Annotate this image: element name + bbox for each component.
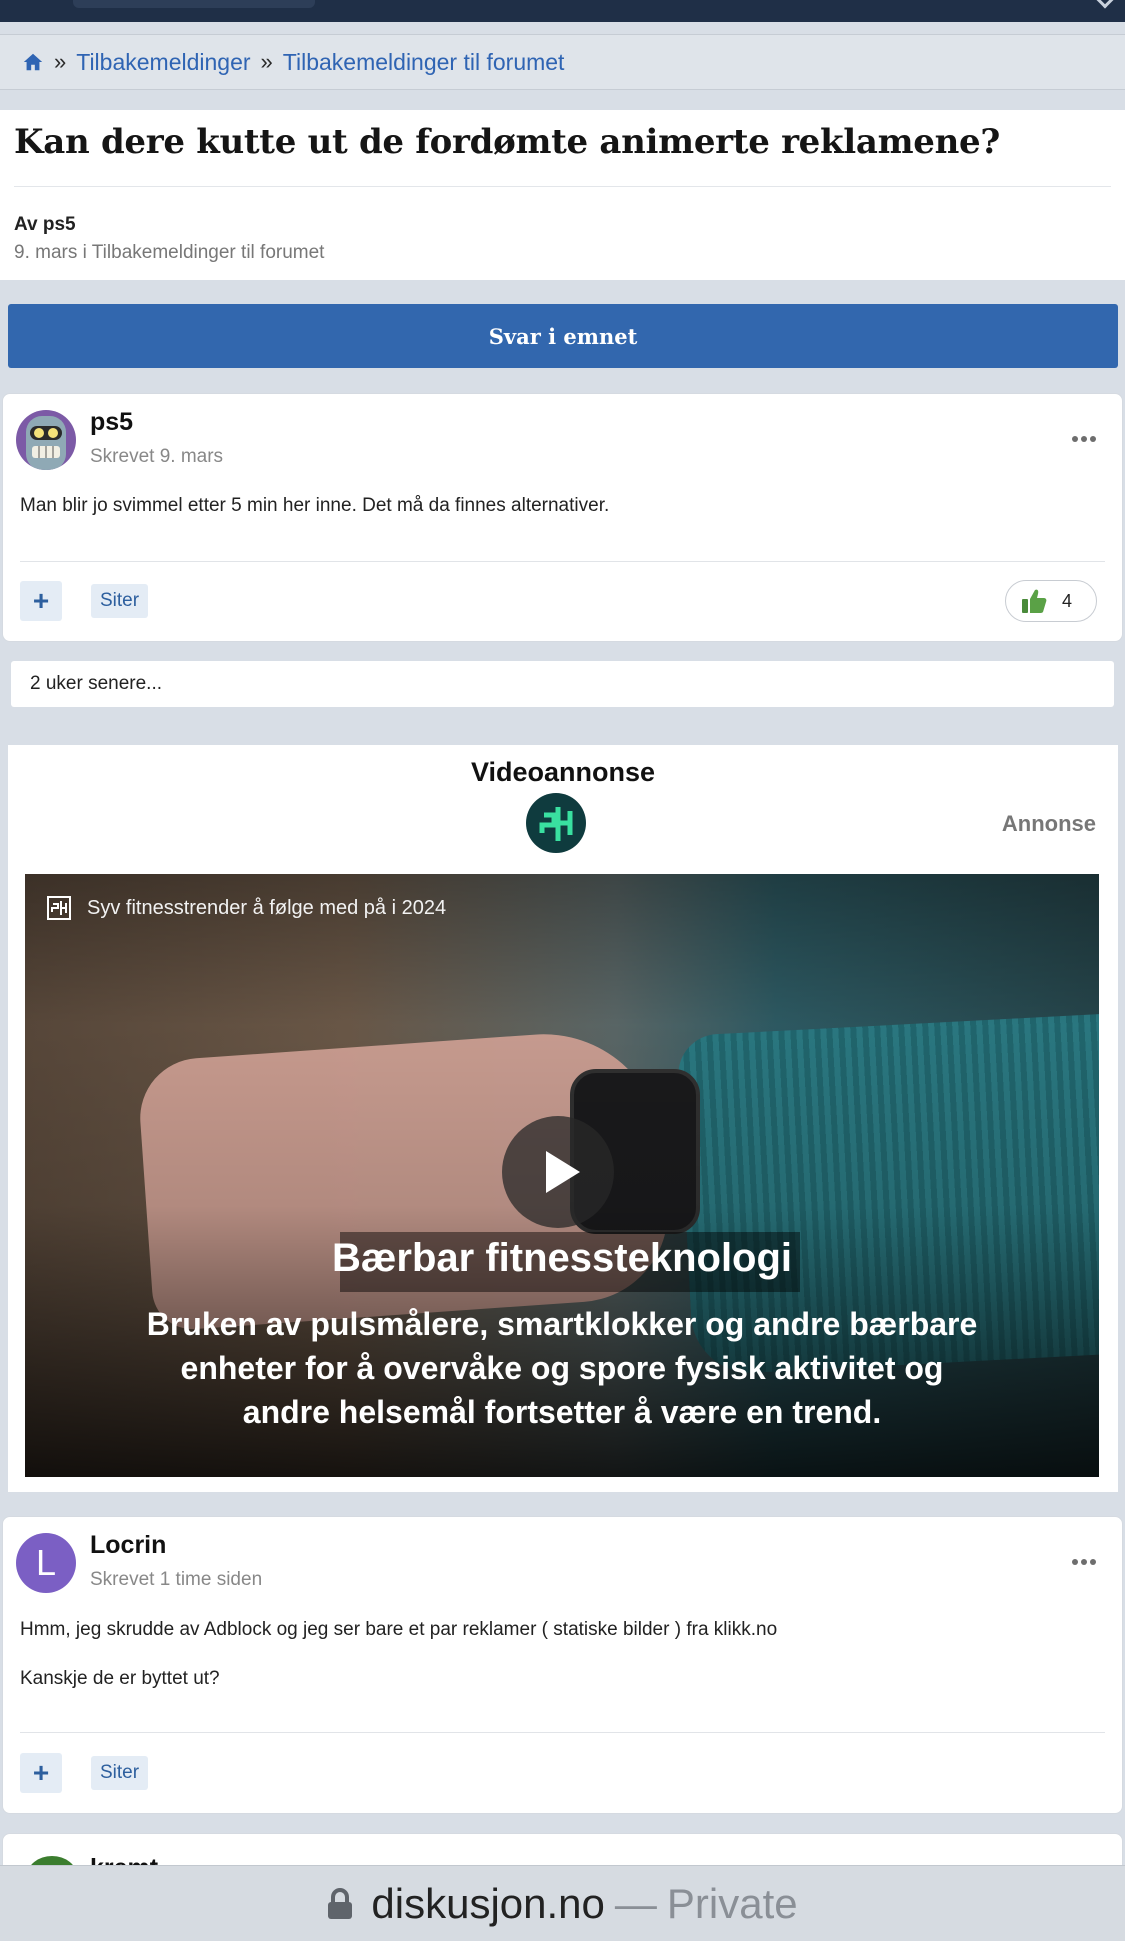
post-username[interactable]: ps5 (90, 408, 133, 437)
page-title: Kan dere kutte ut de fordømte animerte r… (14, 122, 1000, 162)
video-title: Syv fitnesstrender å følge med på i 2024 (87, 897, 447, 919)
video-caption-line: enheter for å overvåke og spore fysisk a… (180, 1350, 944, 1386)
quote-button[interactable]: Siter (91, 584, 149, 618)
ad-label: Annonse (1001, 811, 1096, 836)
thumbs-up-icon (1022, 589, 1047, 613)
advertiser-logo-icon[interactable] (526, 793, 586, 853)
top-navigation-bar (0, 0, 1125, 22)
reaction-count: 4 (1062, 590, 1073, 611)
quote-button[interactable]: Siter (91, 1756, 149, 1790)
reply-to-topic-button[interactable]: Svar i emnet (8, 304, 1118, 368)
post-locrin: L Locrin Skrevet 1 time siden Hmm, jeg s… (2, 1516, 1123, 1814)
video-caption-line: andre helsemål fortsetter å være en tren… (242, 1394, 882, 1430)
topic-header: Kan dere kutte ut de fordømte animerte r… (0, 110, 1125, 280)
search-field-stub[interactable] (73, 0, 315, 8)
breadcrumb-link-tilbakemeldinger[interactable]: Tilbakemeldinger (76, 49, 250, 76)
time-gap-notice: 2 uker senere... (11, 661, 1114, 707)
address-domain: diskusjon.no (371, 1879, 605, 1927)
play-icon[interactable] (502, 1116, 614, 1228)
post-timestamp: Skrevet 9. mars (90, 446, 224, 467)
multiquote-button[interactable]: + (20, 1753, 62, 1793)
divider (14, 186, 1111, 187)
home-icon[interactable] (22, 51, 44, 73)
lock-icon (328, 1887, 353, 1919)
post-ps5: ps5 Skrevet 9. mars Man blir jo svimmel … (2, 393, 1123, 642)
video-player[interactable]: Syv fitnesstrender å følge med på i 2024… (25, 874, 1099, 1477)
breadcrumb-separator: » (260, 49, 273, 74)
avatar[interactable] (16, 410, 76, 470)
breadcrumb-link-forum-feedback[interactable]: Tilbakemeldinger til forumet (283, 49, 565, 76)
more-options-icon[interactable] (1072, 1559, 1096, 1565)
divider (20, 561, 1105, 562)
chevron-down-icon[interactable] (1096, 0, 1114, 9)
avatar[interactable]: L (16, 1533, 76, 1593)
more-options-icon[interactable] (1072, 436, 1096, 442)
ad-heading: Videoannonse (470, 757, 656, 787)
post-body: Hmm, jeg skrudde av Adblock og jeg ser b… (20, 1619, 778, 1640)
breadcrumb-separator: » (54, 49, 67, 74)
post-timestamp: Skrevet 1 time siden (90, 1569, 263, 1590)
browser-address-bar[interactable]: diskusjon.no — Private (0, 1865, 1125, 1941)
post-body: Man blir jo svimmel etter 5 min her inne… (20, 495, 610, 516)
post-body: Kanskje de er byttet ut? (20, 1668, 220, 1689)
divider (20, 1732, 1105, 1733)
breadcrumb: » Tilbakemeldinger » Tilbakemeldinger ti… (0, 34, 1125, 90)
post-username[interactable]: Locrin (90, 1531, 166, 1560)
video-caption: Bruken av pulsmålere, smartklokker og an… (125, 1302, 999, 1434)
multiquote-button[interactable]: + (20, 581, 62, 621)
video-caption-line: Bruken av pulsmålere, smartklokker og an… (146, 1306, 978, 1342)
topic-meta: 9. mars i Tilbakemeldinger til forumet (14, 242, 325, 263)
channel-logo-icon (47, 896, 71, 920)
video-headline: Bærbar fitnessteknologi (331, 1236, 793, 1280)
private-mode-label: Private (666, 1879, 798, 1927)
topic-author[interactable]: Av ps5 (14, 214, 76, 236)
video-ad: Videoannonse Annonse Syv fitnesstrender … (8, 745, 1118, 1492)
reaction-button[interactable]: 4 (1005, 580, 1097, 622)
address-separator: — (614, 1879, 657, 1927)
